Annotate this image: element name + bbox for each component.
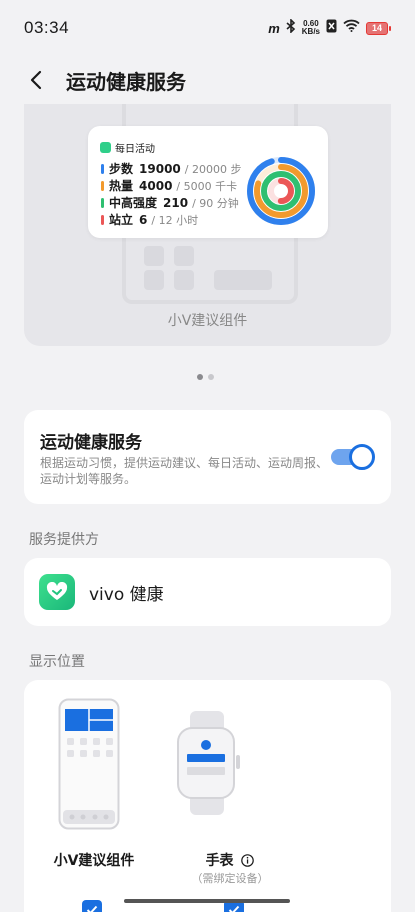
widget-preview[interactable]: 每日活动 步数 19000 / 20000 步 热量 4000 / 5000 千… — [24, 104, 391, 346]
chevron-left-icon — [30, 70, 42, 90]
metric-target: / 12 小时 — [151, 213, 199, 227]
phone-illustration-icon — [58, 698, 120, 830]
metric-intensity: 中高强度 210 / 90 分钟 — [101, 194, 239, 211]
option-checkbox[interactable] — [82, 900, 102, 912]
metric-label: 热量 — [109, 179, 134, 193]
battery-level: 14 — [366, 21, 388, 35]
widget-header: 每日活动 — [100, 140, 155, 155]
display-option-watch[interactable]: 手表 （需绑定设备） — [160, 680, 300, 912]
provider-section-label: 服务提供方 — [29, 532, 99, 548]
provider-card[interactable]: vivo 健康 — [24, 558, 391, 626]
metric-target: / 90 分钟 — [192, 196, 239, 210]
metric-label: 中高强度 — [109, 196, 158, 210]
network-speed: 0.60 KB/s — [302, 20, 320, 36]
metric-standing: 站立 6 / 12 小时 — [101, 211, 198, 228]
display-section-label: 显示位置 — [29, 654, 85, 670]
display-option-widget[interactable]: 小V建议组件 — [24, 680, 164, 912]
app-notification-icon: m — [268, 20, 280, 36]
header: 运动健康服务 — [0, 56, 415, 104]
daily-activity-widget: 每日活动 步数 19000 / 20000 步 热量 4000 / 5000 千… — [88, 126, 328, 238]
pager-dot[interactable] — [208, 374, 214, 380]
metric-value: 19000 — [139, 161, 181, 176]
back-button[interactable] — [22, 66, 50, 94]
service-toggle[interactable] — [331, 444, 375, 470]
watch-illustration-icon — [177, 711, 240, 815]
status-bar: 03:34 m 0.60 KB/s 14 — [0, 0, 415, 56]
metric-label: 步数 — [109, 162, 134, 176]
display-position-card: 小V建议组件 手表 （需绑定设备） — [24, 680, 391, 912]
status-time: 03:34 — [24, 18, 70, 37]
pager-dots — [197, 374, 214, 380]
metric-value: 6 — [139, 212, 148, 227]
wifi-icon — [343, 19, 360, 37]
provider-name: vivo 健康 — [89, 584, 164, 605]
metric-target: / 20000 步 — [184, 162, 242, 176]
info-icon[interactable] — [241, 854, 255, 867]
service-description: 根据运动习惯，提供运动建议、每日活动、运动周报、运动计划等服务。 — [40, 456, 329, 486]
preview-caption: 小V建议组件 — [167, 313, 248, 329]
sim-x-icon — [326, 19, 337, 38]
battery-icon: 14 — [366, 21, 391, 35]
home-indicator[interactable] — [124, 899, 290, 903]
activity-rings — [247, 157, 315, 225]
health-app-icon — [100, 142, 111, 153]
heart-app-icon — [39, 574, 75, 610]
metric-value: 4000 — [139, 178, 173, 193]
pager-dot-active[interactable] — [197, 374, 203, 380]
network-speed-unit: KB/s — [301, 27, 320, 36]
metric-calories: 热量 4000 / 5000 千卡 — [101, 177, 237, 194]
service-card: 运动健康服务 根据运动习惯，提供运动建议、每日活动、运动周报、运动计划等服务。 — [24, 410, 391, 504]
widget-title: 每日活动 — [115, 144, 155, 155]
metric-value: 210 — [163, 195, 189, 210]
page-title: 运动健康服务 — [66, 69, 186, 94]
metric-label: 站立 — [109, 213, 134, 227]
bluetooth-icon — [286, 17, 296, 38]
metric-target: / 5000 千卡 — [176, 179, 238, 193]
option-label-text: 手表 — [205, 853, 234, 869]
option-label: 小V建议组件 — [53, 853, 135, 869]
service-title: 运动健康服务 — [40, 433, 142, 453]
option-sublabel: （需绑定设备） — [191, 872, 269, 885]
option-label: 手表 — [160, 850, 300, 870]
status-icons: m 0.60 KB/s 14 — [268, 17, 391, 38]
metric-steps: 步数 19000 / 20000 步 — [101, 160, 241, 177]
